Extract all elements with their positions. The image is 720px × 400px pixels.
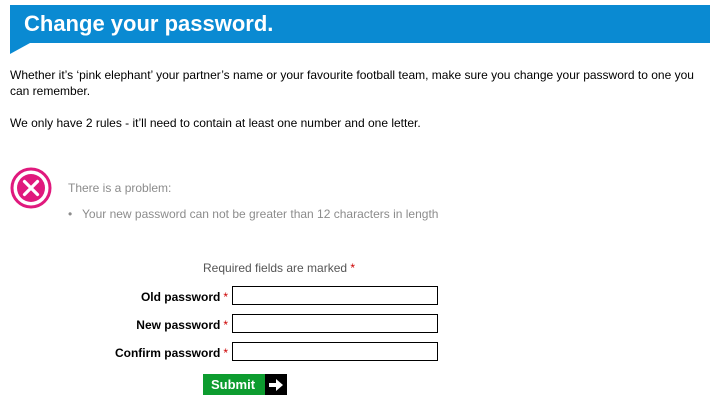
- rules-text: We only have 2 rules - it’ll need to con…: [10, 116, 421, 130]
- required-note-text: Required fields are marked: [203, 261, 348, 275]
- required-marker: *: [223, 346, 228, 360]
- new-password-row: New password *: [0, 314, 460, 336]
- submit-label: Submit: [210, 377, 256, 392]
- old-password-label: Old password: [140, 290, 221, 304]
- required-marker: *: [223, 290, 228, 304]
- new-password-label-wrap: New password *: [0, 317, 228, 333]
- error-message: Your new password can not be greater tha…: [68, 206, 438, 222]
- page: Change your password. Whether it’s ‘pink…: [0, 0, 720, 400]
- error-heading: There is a problem:: [68, 181, 172, 195]
- error-message-list: Your new password can not be greater tha…: [68, 206, 438, 222]
- new-password-field[interactable]: [232, 314, 438, 333]
- arrow-right-icon: [265, 374, 287, 395]
- new-password-label: New password: [136, 318, 221, 332]
- page-header-banner: Change your password.: [10, 5, 710, 43]
- required-marker: *: [350, 261, 356, 275]
- submit-button[interactable]: Submit: [203, 374, 287, 395]
- page-title: Change your password.: [24, 11, 274, 36]
- confirm-password-label: Confirm password: [114, 346, 221, 360]
- required-marker: *: [223, 318, 228, 332]
- confirm-password-label-wrap: Confirm password *: [0, 345, 228, 361]
- required-fields-note: Required fields are marked *: [203, 260, 355, 276]
- old-password-field[interactable]: [232, 286, 438, 305]
- old-password-row: Old password *: [0, 286, 460, 308]
- confirm-password-field[interactable]: [232, 342, 438, 361]
- confirm-password-row: Confirm password *: [0, 342, 460, 364]
- intro-text: Whether it’s ‘pink elephant’ your partne…: [10, 68, 694, 98]
- banner-tail-decoration: [10, 43, 30, 54]
- close-circle-icon: [10, 167, 52, 209]
- old-password-label-wrap: Old password *: [0, 289, 228, 305]
